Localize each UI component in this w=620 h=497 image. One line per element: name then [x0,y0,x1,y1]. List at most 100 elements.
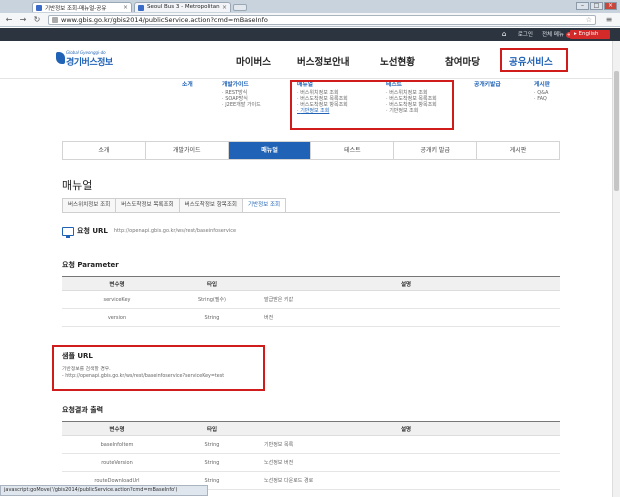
table-header: 변수명 [62,421,172,436]
sub-tabs: 버스위치정보 조회 버스도착정보 목록조회 버스도착정보 항목조회 기반정보 조… [62,198,287,213]
mega-item[interactable]: · J2EE개발 가이드 [222,102,261,108]
sample-url-value: http://openapi.gbis.go.kr/ws/rest/basein… [65,373,225,379]
status-bar: javascript:goMove('/gbis2014/publicServi… [0,485,208,496]
address-text: www.gbis.go.kr/gbis2014/publicService.ac… [61,16,268,24]
tab-test[interactable]: 테스트 [311,142,395,159]
scrollbar[interactable] [612,41,620,497]
table-cell: String [172,435,252,454]
reload-icon[interactable]: ↻ [32,15,42,25]
sample-url-title: 샘플 URL [62,352,93,360]
all-menu-link[interactable]: 전체 메뉴 + [542,30,572,38]
mega-head-devguide[interactable]: 개발가이드 [222,82,261,88]
mega-head-board[interactable]: 게시판 [534,82,550,88]
table-row: baseInfoItem String 기반정보 목록 [62,435,560,454]
subtab-arrival-list[interactable]: 버스도착정보 목록조회 [116,198,180,213]
tab-devguide[interactable]: 개발가이드 [146,142,229,159]
table-cell: serviceKey [62,290,172,309]
subtab-bus-location[interactable]: 버스위치정보 조회 [62,198,117,213]
browser-tab-title: 기반정보 조회-매뉴얼-공유 [45,6,107,12]
maximize-button[interactable]: □ [590,2,603,10]
new-tab-button[interactable] [233,4,247,11]
page-title: 매뉴얼 [62,179,93,192]
browser-tab-title: Seoul Bus 3 - Metropolitan [147,4,220,10]
sample-url-box: 샘플 URL 기반정보를 검색할 경우. - http://openapi.gb… [52,345,265,391]
subtab-arrival-item[interactable]: 버스도착정보 항목조회 [179,198,243,213]
page-icon [52,17,58,23]
mega-head-intro[interactable]: 소개 [182,82,193,88]
gnb-businfo[interactable]: 버스정보안내 [297,54,349,68]
forward-icon[interactable]: → [18,15,28,25]
mega-col-apikey: 공개키발급 [474,82,501,90]
table-row: serviceKey String(필수) 발급받은 키값 [62,290,560,309]
table-row: version String 버전 [62,308,560,327]
back-icon[interactable]: ← [4,15,14,25]
gnb-community[interactable]: 참여마당 [445,54,480,68]
logo[interactable]: Global Gyeonggi-do 경기버스정보 [56,50,134,70]
request-url-label: 요청 URL [77,227,108,235]
favicon-icon [36,5,42,11]
favicon-icon [138,5,144,11]
table-header: 타입 [172,276,252,291]
monitor-icon [62,226,74,238]
minimize-button[interactable]: – [576,2,589,10]
table-cell: version [62,308,172,327]
table-header: 타입 [172,421,252,436]
home-icon[interactable]: ⌂ [502,30,509,38]
mega-item[interactable]: · FAQ [534,96,550,102]
tab-apikey[interactable]: 공개키 발급 [394,142,478,159]
browser-tab-active[interactable]: 기반정보 조회-매뉴얼-공유 × [32,2,132,12]
table-cell: 버전 [252,308,560,327]
table-row: routeVersion String 노선정보 버전 [62,453,560,472]
table-cell: 발급받은 키값 [252,290,560,309]
english-button[interactable]: ▸ English [570,30,610,39]
request-params-title: 요청 Parameter [62,261,119,269]
gnb-mybus[interactable]: 마이버스 [236,54,271,68]
close-tab-icon[interactable]: × [222,4,227,11]
browser-chrome: 기반정보 조회-매뉴얼-공유 × Seoul Bus 3 - Metropoli… [0,0,620,27]
gnb-routes[interactable]: 노선현황 [380,54,415,68]
table-cell: 노선정보 버전 [252,453,560,472]
table-cell: String [172,308,252,327]
browser-tab[interactable]: Seoul Bus 3 - Metropolitan × [134,2,231,12]
address-row: ← → ↻ www.gbis.go.kr/gbis2014/publicServ… [0,13,620,27]
table-header: 설명 [252,421,560,436]
table-cell: routeVersion [62,453,172,472]
close-window-button[interactable]: × [604,2,617,10]
table-cell: String [172,453,252,472]
bookmark-star-icon[interactable]: ☆ [586,16,592,24]
tab-board[interactable]: 게시판 [477,142,559,159]
logo-text: 경기버스정보 [66,58,113,68]
logo-mark-icon [56,52,65,64]
request-url-value: http://openapi.gbis.go.kr/ws/rest/basein… [113,228,237,234]
sample-url-link[interactable]: - http://openapi.gbis.go.kr/ws/rest/base… [62,374,255,381]
mega-item-label: J2EE개발 가이드 [225,102,261,108]
scrollbar-thumb[interactable] [614,71,619,191]
subtab-divider [62,212,560,213]
table-cell: 기반정보 목록 [252,435,560,454]
mega-item-label: FAQ [537,96,547,102]
table-header: 변수명 [62,276,172,291]
highlight-box-gnb [500,48,568,72]
section-tabbar: 소개 개발가이드 매뉴얼 테스트 공개키 발급 게시판 [62,141,560,160]
tab-intro[interactable]: 소개 [63,142,146,159]
tab-manual[interactable]: 매뉴얼 [228,142,312,159]
subtab-base-info[interactable]: 기반정보 조회 [242,198,287,213]
request-params-table: 변수명 타입 설명 serviceKey String(필수) 발급받은 키값 … [62,276,560,327]
english-label: English [578,31,599,37]
request-url: 요청 URL http://openapi.gbis.go.kr/ws/rest… [62,226,237,238]
table-header: 설명 [252,276,560,291]
table-cell: 노선정보 다운로드 경로 [252,471,560,490]
mega-col-board: 게시판 · Q&A · FAQ [534,82,550,102]
mega-col-devguide: 개발가이드 · REST방식 · SOAP방식 · J2EE개발 가이드 [222,82,261,108]
browser-menu-icon[interactable]: ≡ [604,15,614,25]
mega-head-apikey[interactable]: 공개키발급 [474,82,501,88]
all-menu-label: 전체 메뉴 [542,32,564,38]
address-bar[interactable]: www.gbis.go.kr/gbis2014/publicService.ac… [48,15,596,25]
table-cell: String(필수) [172,290,252,309]
close-tab-icon[interactable]: × [123,4,128,11]
response-table: 변수명 타입 설명 baseInfoItem String 기반정보 목록 ro… [62,421,560,490]
response-title: 요청결과 출력 [62,406,104,414]
login-link[interactable]: 로그인 [518,30,533,38]
utility-bar: ⌂ 로그인 전체 메뉴 + ▸ English [0,28,620,41]
mega-col-intro: 소개 [182,82,193,90]
